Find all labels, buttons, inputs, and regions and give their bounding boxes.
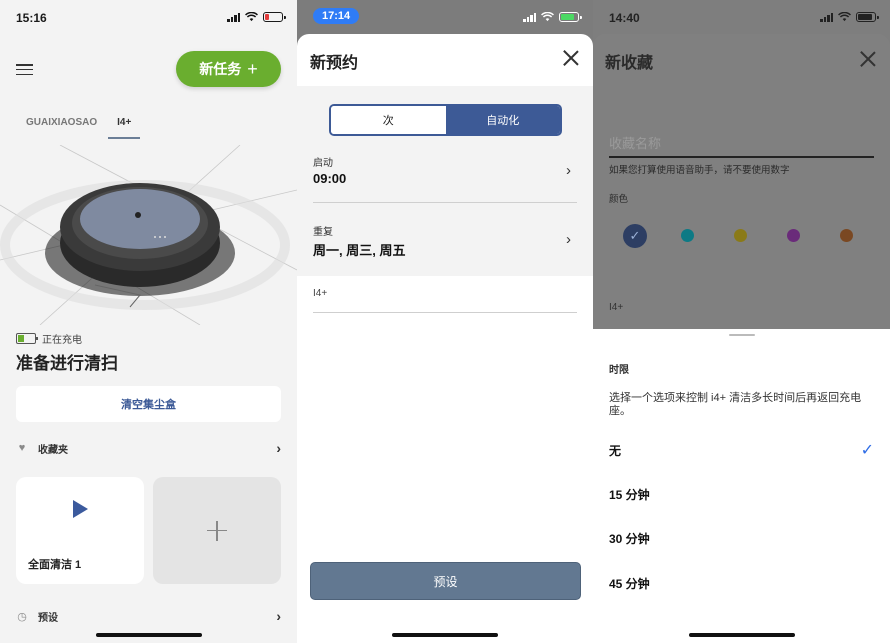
chevron-right-icon: › bbox=[566, 162, 571, 179]
close-icon[interactable] bbox=[860, 51, 876, 67]
schedule-type-toggle: 次 自动化 bbox=[329, 104, 562, 136]
plus-icon bbox=[207, 520, 227, 541]
favorite-card-label: 全面清洁 1 bbox=[28, 559, 82, 571]
play-icon[interactable] bbox=[73, 500, 88, 518]
favorite-card[interactable]: 全面清洁 1 bbox=[16, 477, 144, 584]
repeat-row[interactable]: 重复 周一, 周三, 周五 › bbox=[313, 223, 577, 259]
status-time: 14:40 bbox=[609, 11, 640, 25]
time-limit-description: 选择一个选项来控制 i4+ 清洁多长时间后再返回充电座。 bbox=[609, 392, 862, 417]
sheet-grabber[interactable] bbox=[728, 334, 755, 336]
charging-text: 正在充电 bbox=[42, 335, 82, 346]
presets-row[interactable]: ◷ 预设 › bbox=[16, 606, 281, 626]
chevron-right-icon: › bbox=[276, 608, 281, 624]
status-bar: 15:16 bbox=[0, 0, 297, 34]
color-picker: ✓ bbox=[623, 224, 863, 248]
time-limit-heading: 时限 bbox=[609, 365, 629, 376]
signal-icon bbox=[523, 12, 536, 22]
tab-robot-i4[interactable]: I4+ bbox=[108, 117, 141, 139]
color-label: 颜色 bbox=[609, 194, 629, 205]
status-time: 15:16 bbox=[16, 11, 47, 25]
signal-icon bbox=[227, 12, 240, 22]
home-screen: 15:16 新任务 + GUAIXIAOSAO I4+ 正在充电 准备进行清扫 … bbox=[0, 0, 297, 643]
chevron-right-icon: › bbox=[276, 440, 281, 456]
favorites-row[interactable]: ♥ 收藏夹 › bbox=[16, 438, 281, 458]
checkmark-icon: ✓ bbox=[860, 442, 874, 459]
presets-label: 预设 bbox=[38, 612, 58, 624]
repeat-label: 重复 bbox=[313, 227, 333, 238]
wifi-icon bbox=[245, 12, 258, 22]
wifi-icon bbox=[541, 12, 554, 22]
status-time: 17:14 bbox=[313, 8, 360, 24]
robot-name: I4+ bbox=[609, 302, 624, 313]
empty-bin-button[interactable]: 清空集尘盒 bbox=[16, 386, 281, 422]
add-favorite-button[interactable] bbox=[153, 477, 281, 584]
chevron-right-icon: › bbox=[566, 231, 571, 248]
schedule-sheet: 新预约 次 自动化 启动 09:00 › 重复 周一, 周三, 周五 › I4+… bbox=[297, 34, 593, 643]
hamburger-menu-icon[interactable] bbox=[16, 64, 33, 75]
home-indicator[interactable] bbox=[688, 633, 795, 637]
favorites-label: 收藏夹 bbox=[38, 444, 68, 456]
favorite-name-input[interactable]: 收藏名称 bbox=[609, 133, 661, 152]
start-time-row[interactable]: 启动 09:00 › bbox=[313, 154, 577, 186]
divider bbox=[313, 312, 577, 313]
charging-status: 正在充电 bbox=[16, 331, 82, 346]
heart-icon: ♥ bbox=[18, 442, 26, 454]
option-none[interactable]: 无 ✓ bbox=[609, 440, 874, 460]
signal-icon bbox=[820, 12, 833, 22]
segment-once[interactable]: 次 bbox=[331, 106, 446, 134]
plus-icon: + bbox=[247, 59, 258, 79]
color-swatch[interactable] bbox=[840, 229, 853, 242]
battery-icon bbox=[263, 12, 286, 22]
new-task-label: 新任务 bbox=[199, 61, 242, 77]
option-label: 30 分钟 bbox=[609, 531, 650, 546]
new-schedule-screen: 17:14 新预约 次 自动化 启动 09:00 › 重复 周一, 周三, 周五 bbox=[297, 0, 593, 643]
color-swatch-selected[interactable]: ✓ bbox=[623, 224, 647, 248]
option-label: 45 分钟 bbox=[609, 576, 650, 591]
color-swatch[interactable] bbox=[681, 229, 694, 242]
option-label: 15 分钟 bbox=[609, 487, 650, 502]
robot-image bbox=[0, 145, 297, 325]
battery-charging-icon bbox=[559, 12, 582, 22]
divider bbox=[313, 202, 577, 203]
wifi-icon bbox=[838, 12, 851, 22]
checkmark-icon: ✓ bbox=[629, 228, 641, 243]
status-bar: 17:14 bbox=[297, 0, 593, 34]
charging-battery-icon bbox=[16, 333, 38, 344]
option-45-min[interactable]: 45 分钟 bbox=[609, 573, 874, 593]
color-swatch[interactable] bbox=[787, 229, 800, 242]
voice-hint: 如果您打算使用语音助手，请不要使用数字 bbox=[609, 165, 790, 176]
option-label: 无 bbox=[609, 443, 622, 458]
robot-name: I4+ bbox=[313, 288, 328, 299]
new-task-button[interactable]: 新任务 + bbox=[176, 51, 281, 87]
start-label: 启动 bbox=[313, 158, 333, 169]
home-indicator[interactable] bbox=[95, 633, 202, 637]
option-15-min[interactable]: 15 分钟 bbox=[609, 484, 874, 504]
home-indicator[interactable] bbox=[392, 633, 498, 637]
robot-tabs: GUAIXIAOSAO I4+ bbox=[26, 117, 141, 139]
sheet-title: 新收藏 bbox=[605, 55, 654, 72]
color-swatch[interactable] bbox=[734, 229, 747, 242]
time-limit-sheet: 时限 选择一个选项来控制 i4+ 清洁多长时间后再返回充电座。 无 ✓ 15 分… bbox=[593, 329, 890, 643]
battery-icon bbox=[856, 12, 879, 22]
favorite-sheet-dimmed: 新收藏 收藏名称 如果您打算使用语音助手，请不要使用数字 颜色 ✓ I4+ bbox=[593, 34, 890, 330]
new-favorite-screen: 14:40 新收藏 收藏名称 如果您打算使用语音助手，请不要使用数字 颜色 ✓ … bbox=[593, 0, 890, 643]
close-icon[interactable] bbox=[563, 50, 579, 66]
start-value: 09:00 bbox=[313, 171, 347, 186]
option-30-min[interactable]: 30 分钟 bbox=[609, 528, 874, 548]
preset-button[interactable]: 预设 bbox=[310, 562, 581, 600]
schedule-form: 次 自动化 启动 09:00 › 重复 周一, 周三, 周五 › bbox=[297, 86, 593, 276]
clock-icon: ◷ bbox=[17, 610, 27, 623]
tab-robot-guaixiaosao[interactable]: GUAIXIAOSAO bbox=[26, 117, 97, 128]
input-underline bbox=[609, 156, 874, 158]
status-bar: 14:40 bbox=[593, 0, 890, 34]
ready-status: 准备进行清扫 bbox=[16, 354, 118, 373]
segment-automation[interactable]: 自动化 bbox=[445, 106, 560, 134]
repeat-value: 周一, 周三, 周五 bbox=[313, 243, 406, 258]
sheet-title: 新预约 bbox=[310, 55, 359, 72]
